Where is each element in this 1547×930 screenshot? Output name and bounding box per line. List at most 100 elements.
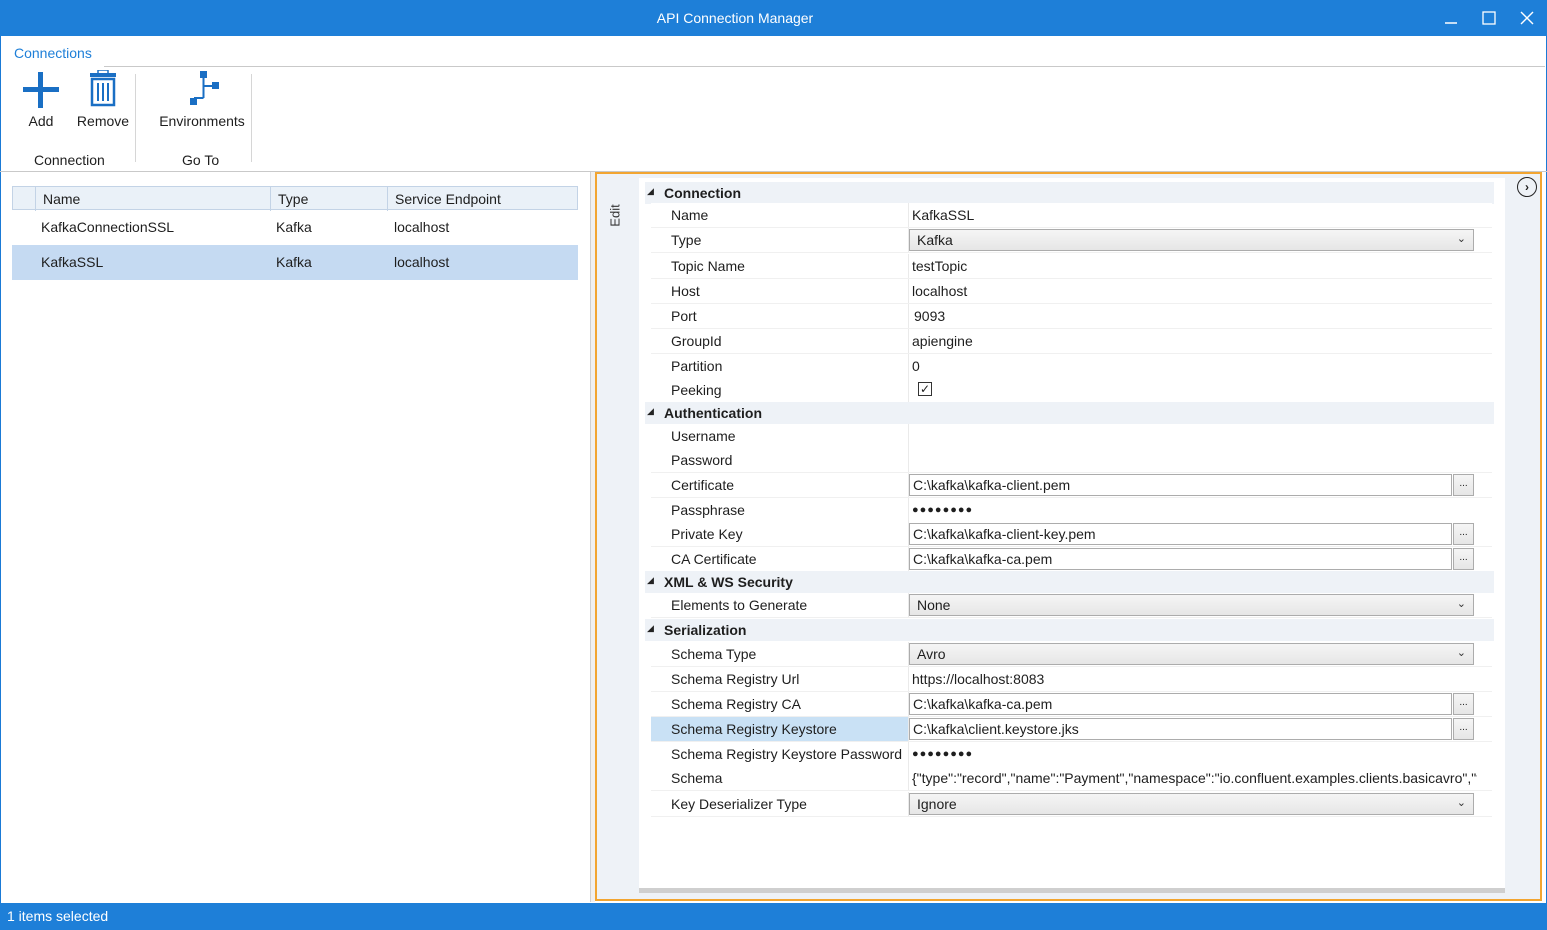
prop-value[interactable]: 0 [912,358,1490,374]
prop-label: Key Deserializer Type [671,796,807,812]
prop-label: Username [671,428,736,444]
file-path-textbox[interactable]: C:\kafka\kafka-client-key.pem [909,523,1452,545]
browse-button[interactable]: ... [1453,474,1474,496]
peeking-checkbox[interactable]: ✓ [918,382,932,396]
file-path: C:\kafka\kafka-ca.pem [913,551,1053,567]
prop-username[interactable]: Username [651,424,1492,449]
ca-certificate-file-input[interactable]: C:\kafka\kafka-ca.pem ... [909,548,1474,570]
prop-certificate[interactable]: Certificate C:\kafka\kafka-client.pem ..… [651,473,1492,498]
prop-passphrase[interactable]: Passphrase ●●●●●●●● [651,498,1492,523]
type-dropdown[interactable]: Kafka ⌄ [909,229,1474,251]
prop-peeking[interactable]: Peeking ✓ [651,378,1492,403]
chevron-down-icon: ⌄ [1456,797,1466,809]
prop-value[interactable]: 9093 [914,308,1492,324]
prop-separator [908,378,909,402]
category-connection[interactable]: ◢ Connection [645,182,1494,204]
add-button[interactable]: Add [16,70,66,129]
prop-label: CA Certificate [671,551,757,567]
prop-schema-type[interactable]: Schema Type Avro ⌄ [651,642,1492,667]
prop-separator [908,667,909,691]
file-path: C:\kafka\kafka-client-key.pem [913,526,1096,542]
column-header-name[interactable]: Name [43,191,80,207]
prop-partition[interactable]: Partition 0 [651,354,1492,379]
category-xml-ws-security[interactable]: ◢ XML & WS Security [645,571,1494,593]
prop-separator [908,498,909,522]
expand-panel-button[interactable]: › [1517,177,1537,197]
file-path-textbox[interactable]: C:\kafka\kafka-ca.pem [909,548,1452,570]
prop-value[interactable]: testTopic [912,258,1490,274]
table-row[interactable]: KafkaConnectionSSL Kafka localhost [12,210,578,245]
prop-separator [908,203,909,227]
prop-schema-registry-keystore-password[interactable]: Schema Registry Keystore Password ●●●●●●… [651,742,1492,767]
category-authentication[interactable]: ◢ Authentication [645,402,1494,424]
schema-type-dropdown[interactable]: Avro ⌄ [909,643,1474,665]
prop-private-key[interactable]: Private Key C:\kafka\kafka-client-key.pe… [651,522,1492,547]
prop-value[interactable]: apiengine [912,333,1490,349]
file-path: C:\kafka\client.keystore.jks [913,721,1079,737]
dropdown-value: Ignore [917,796,957,812]
category-title: Authentication [664,405,762,421]
prop-type[interactable]: Type Kafka ⌄ [651,228,1492,253]
prop-host[interactable]: Host localhost [651,279,1492,304]
prop-label: Topic Name [671,258,745,274]
tab-connections[interactable]: Connections [14,45,92,61]
table-row-selected[interactable]: KafkaSSL Kafka localhost [12,245,578,280]
remove-button[interactable]: Remove [76,69,130,129]
prop-schema-registry-ca[interactable]: Schema Registry CA C:\kafka\kafka-ca.pem… [651,692,1492,717]
group-label-goto: Go To [182,152,220,168]
file-path-textbox[interactable]: C:\kafka\kafka-client.pem [909,474,1452,496]
prop-ca-certificate[interactable]: CA Certificate C:\kafka\kafka-ca.pem ... [651,547,1492,572]
property-grid-scrollbar[interactable] [639,888,1505,893]
minimize-button[interactable] [1432,0,1470,36]
prop-label: Partition [671,358,723,374]
row-endpoint: localhost [394,219,450,235]
elements-dropdown[interactable]: None ⌄ [909,594,1474,616]
prop-value[interactable]: KafkaSSL [912,207,1490,223]
file-path: C:\kafka\kafka-ca.pem [913,696,1053,712]
environments-button[interactable]: Environments [156,70,248,129]
collapse-triangle-icon: ◢ [647,623,654,633]
prop-schema-registry-url[interactable]: Schema Registry Url https://localhost:80… [651,667,1492,692]
prop-value[interactable]: localhost [912,283,1490,299]
prop-separator [908,354,909,378]
prop-groupid[interactable]: GroupId apiengine [651,329,1492,354]
prop-password[interactable]: Password [651,448,1492,473]
browse-button[interactable]: ... [1453,718,1474,740]
row-endpoint: localhost [394,254,450,270]
key-deserializer-dropdown[interactable]: Ignore ⌄ [909,793,1474,815]
ribbon-group-separator [251,74,252,162]
prop-topic-name[interactable]: Topic Name testTopic [651,254,1492,279]
prop-name[interactable]: Name KafkaSSL [651,203,1492,228]
collapse-triangle-icon: ◢ [647,575,654,585]
registry-ca-file-input[interactable]: C:\kafka\kafka-ca.pem ... [909,693,1474,715]
close-button[interactable] [1508,0,1546,36]
prop-port[interactable]: Port 9093 [651,304,1492,329]
private-key-file-input[interactable]: C:\kafka\kafka-client-key.pem ... [909,523,1474,545]
prop-separator [908,254,909,278]
edit-tab-label: Edit [607,204,623,227]
registry-keystore-file-input[interactable]: C:\kafka\client.keystore.jks ... [909,718,1474,740]
column-header-type[interactable]: Type [278,191,308,207]
prop-key-deserializer-type[interactable]: Key Deserializer Type Ignore ⌄ [651,792,1492,817]
prop-schema[interactable]: Schema {"type":"record","name":"Payment"… [651,766,1492,791]
prop-elements-to-generate[interactable]: Elements to Generate None ⌄ [651,593,1492,618]
column-header-endpoint[interactable]: Service Endpoint [395,191,501,207]
prop-value-masked[interactable]: ●●●●●●●● [912,748,1490,760]
prop-schema-registry-keystore[interactable]: Schema Registry Keystore C:\kafka\client… [651,717,1492,742]
file-path-textbox[interactable]: C:\kafka\client.keystore.jks [909,718,1452,740]
edit-tab[interactable]: Edit [604,194,626,234]
browse-button[interactable]: ... [1453,693,1474,715]
category-serialization[interactable]: ◢ Serialization [645,619,1494,641]
prop-value[interactable]: https://localhost:8083 [912,671,1490,687]
prop-value-masked[interactable]: ●●●●●●●● [912,504,1490,516]
file-path-textbox[interactable]: C:\kafka\kafka-ca.pem [909,693,1452,715]
chevron-right-icon: › [1525,180,1529,194]
prop-separator [908,279,909,303]
browse-button[interactable]: ... [1453,548,1474,570]
row-name: KafkaSSL [41,254,104,270]
ribbon-group-separator [135,74,136,162]
maximize-button[interactable] [1470,0,1508,36]
prop-value[interactable]: {"type":"record","name":"Payment","names… [912,770,1477,786]
browse-button[interactable]: ... [1453,523,1474,545]
certificate-file-input[interactable]: C:\kafka\kafka-client.pem ... [909,474,1474,496]
